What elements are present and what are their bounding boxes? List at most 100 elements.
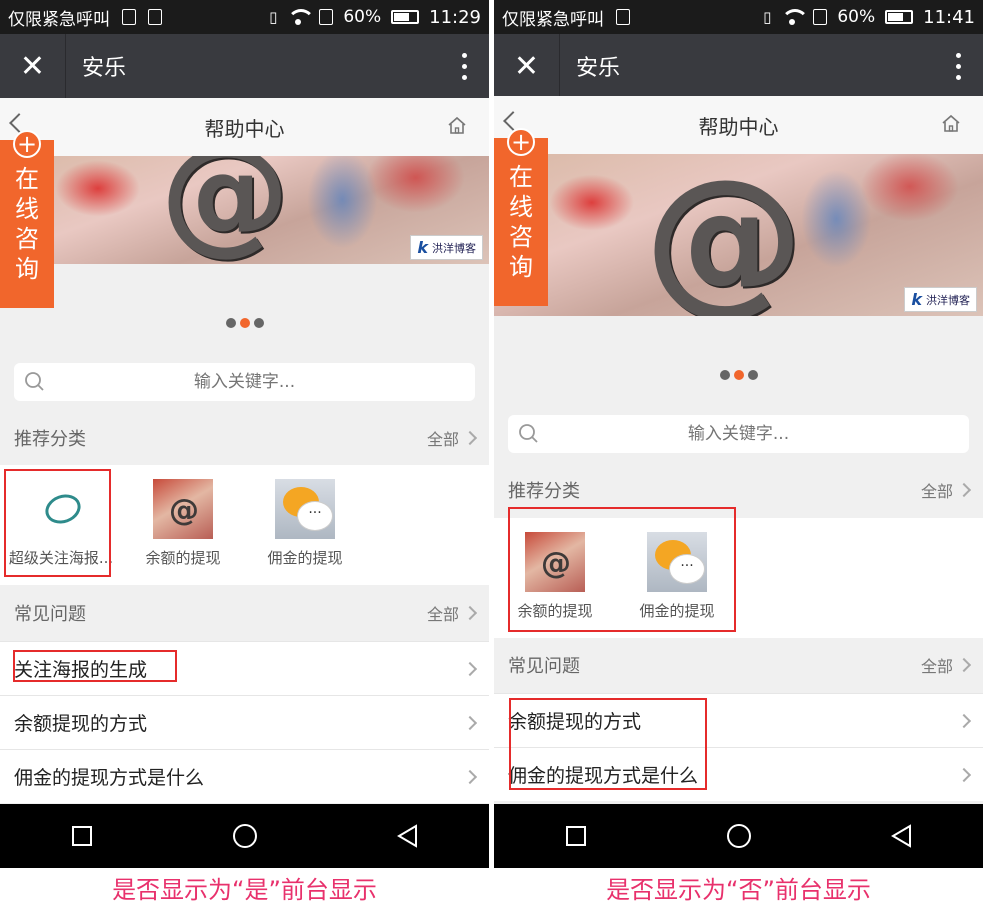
phone-screen-right: 仅限紧急呼叫 ▯ 60% 11:41 ✕ 安乐 帮助中心 @ k 洪洋博客 + 在… (494, 0, 983, 868)
carrier-text: 仅限紧急呼叫 (8, 9, 110, 30)
plus-icon: + (13, 130, 41, 158)
consult-label: 在线咨询 (15, 165, 39, 283)
categories-all-link[interactable]: 全部 (921, 478, 972, 502)
sim-icon (616, 9, 630, 25)
category-thumbnail (31, 479, 91, 539)
faq-list: 关注海报的生成 余额提现的方式 佣金的提现方式是什么 (0, 641, 489, 803)
faq-header: 常见问题 全部 (0, 593, 489, 633)
page-title: 帮助中心 (204, 116, 285, 141)
status-bar: 仅限紧急呼叫 ▯ 60% 11:41 (494, 0, 983, 34)
caption-right: 是否显示为“否”前台显示 (606, 876, 871, 904)
category-label: 余额的提现 (517, 602, 593, 620)
square-icon (71, 826, 92, 846)
more-menu-icon[interactable] (933, 34, 983, 98)
search-bar[interactable] (508, 415, 969, 453)
recent-apps-button[interactable] (536, 804, 616, 868)
search-icon (519, 424, 538, 443)
carousel-dot-active[interactable] (733, 370, 744, 380)
carousel-dots (0, 318, 489, 328)
category-thumbnail (525, 532, 585, 592)
banner-at-symbol: @ (160, 156, 290, 264)
chevron-right-icon (956, 713, 972, 728)
plus-icon: + (507, 128, 535, 156)
category-item[interactable]: 余额的提现 (122, 479, 244, 568)
close-icon[interactable]: ✕ (494, 34, 560, 98)
battery-icon (885, 10, 914, 24)
category-item[interactable]: 余额的提现 (494, 532, 616, 621)
faq-item[interactable]: 关注海报的生成 (0, 641, 489, 695)
carousel-dot[interactable] (225, 318, 236, 328)
faq-item[interactable]: 余额提现的方式 (0, 695, 489, 749)
faq-item[interactable]: 佣金的提现方式是什么 (494, 747, 983, 801)
faq-all-link[interactable]: 全部 (427, 601, 478, 625)
banner-brand-logo: k 洪洋博客 (904, 287, 977, 312)
category-item[interactable]: 佣金的提现 (616, 532, 738, 621)
carousel-dot-active[interactable] (239, 318, 250, 328)
faq-item[interactable]: 余额提现的方式 (494, 693, 983, 747)
page-header: 帮助中心 (0, 98, 489, 156)
carousel-dot[interactable] (747, 370, 758, 380)
search-icon (25, 372, 44, 391)
more-menu-icon[interactable] (439, 34, 489, 98)
home-icon[interactable] (941, 114, 961, 132)
app-title: 安乐 (576, 56, 621, 81)
battery-percent: 60% (837, 7, 876, 27)
circle-icon (726, 824, 751, 848)
page-header: 帮助中心 (494, 96, 983, 154)
banner-at-symbol: @ (644, 154, 804, 316)
home-icon[interactable] (447, 116, 467, 134)
page-title: 帮助中心 (698, 114, 779, 139)
triangle-back-icon (396, 824, 417, 848)
app-bar: ✕ 安乐 (494, 34, 983, 98)
phone-screen-left: 仅限紧急呼叫 ▯ 60% 11:29 ✕ 安乐 帮助中心 @ k 洪洋博客 + 在… (0, 0, 489, 868)
home-button[interactable] (699, 804, 779, 868)
online-consult-button[interactable]: + 在线咨询 (0, 130, 54, 308)
vibrate-icon: ▯ (763, 8, 772, 26)
faq-title: 常见问题 (14, 604, 86, 625)
banner-slide[interactable]: @ k 洪洋博客 (494, 154, 983, 316)
chevron-right-icon (462, 661, 478, 676)
categories-header: 推荐分类 全部 (0, 418, 489, 458)
clock: 11:29 (429, 6, 481, 28)
category-label: 余额的提现 (145, 549, 221, 567)
faq-title: 常见问题 (508, 656, 580, 677)
categories-all-link[interactable]: 全部 (427, 426, 478, 450)
category-item[interactable]: 超级关注海报... (0, 479, 122, 568)
category-item[interactable]: 佣金的提现 (244, 479, 366, 568)
search-input[interactable] (83, 372, 406, 392)
categories-title: 推荐分类 (14, 429, 86, 450)
app-bar: ✕ 安乐 (0, 34, 489, 98)
faq-all-link[interactable]: 全部 (921, 653, 972, 677)
faq-item[interactable]: 佣金的提现方式是什么 (0, 749, 489, 803)
carousel-dots (494, 370, 983, 380)
battery-percent: 60% (343, 7, 382, 27)
search-bar[interactable] (14, 363, 475, 401)
faq-list: 余额提现的方式 佣金的提现方式是什么 (494, 693, 983, 801)
sim-icon (148, 9, 162, 25)
online-consult-button[interactable]: + 在线咨询 (494, 128, 548, 306)
banner-slide[interactable]: @ k 洪洋博客 (0, 156, 489, 264)
back-button[interactable] (862, 804, 942, 868)
chevron-right-icon (462, 769, 478, 784)
chevron-right-icon (956, 657, 972, 673)
chevron-right-icon (956, 767, 972, 782)
chevron-right-icon (462, 605, 478, 621)
status-bar: 仅限紧急呼叫 ▯ 60% 11:29 (0, 0, 489, 34)
search-input[interactable] (577, 424, 900, 444)
vibrate-icon: ▯ (269, 8, 278, 26)
carousel-dot[interactable] (719, 370, 730, 380)
home-button[interactable] (205, 804, 285, 868)
wifi-icon (287, 9, 316, 25)
recent-apps-button[interactable] (42, 804, 122, 868)
clock: 11:41 (923, 6, 975, 28)
close-icon[interactable]: ✕ (0, 34, 66, 98)
chevron-right-icon (956, 482, 972, 498)
chevron-right-icon (462, 715, 478, 730)
category-label: 超级关注海报... (8, 549, 114, 567)
back-button[interactable] (368, 804, 448, 868)
carousel-dot[interactable] (253, 318, 264, 328)
consult-label: 在线咨询 (509, 163, 533, 281)
triangle-back-icon (890, 824, 911, 848)
square-icon (565, 826, 586, 846)
data-icon (319, 9, 334, 25)
